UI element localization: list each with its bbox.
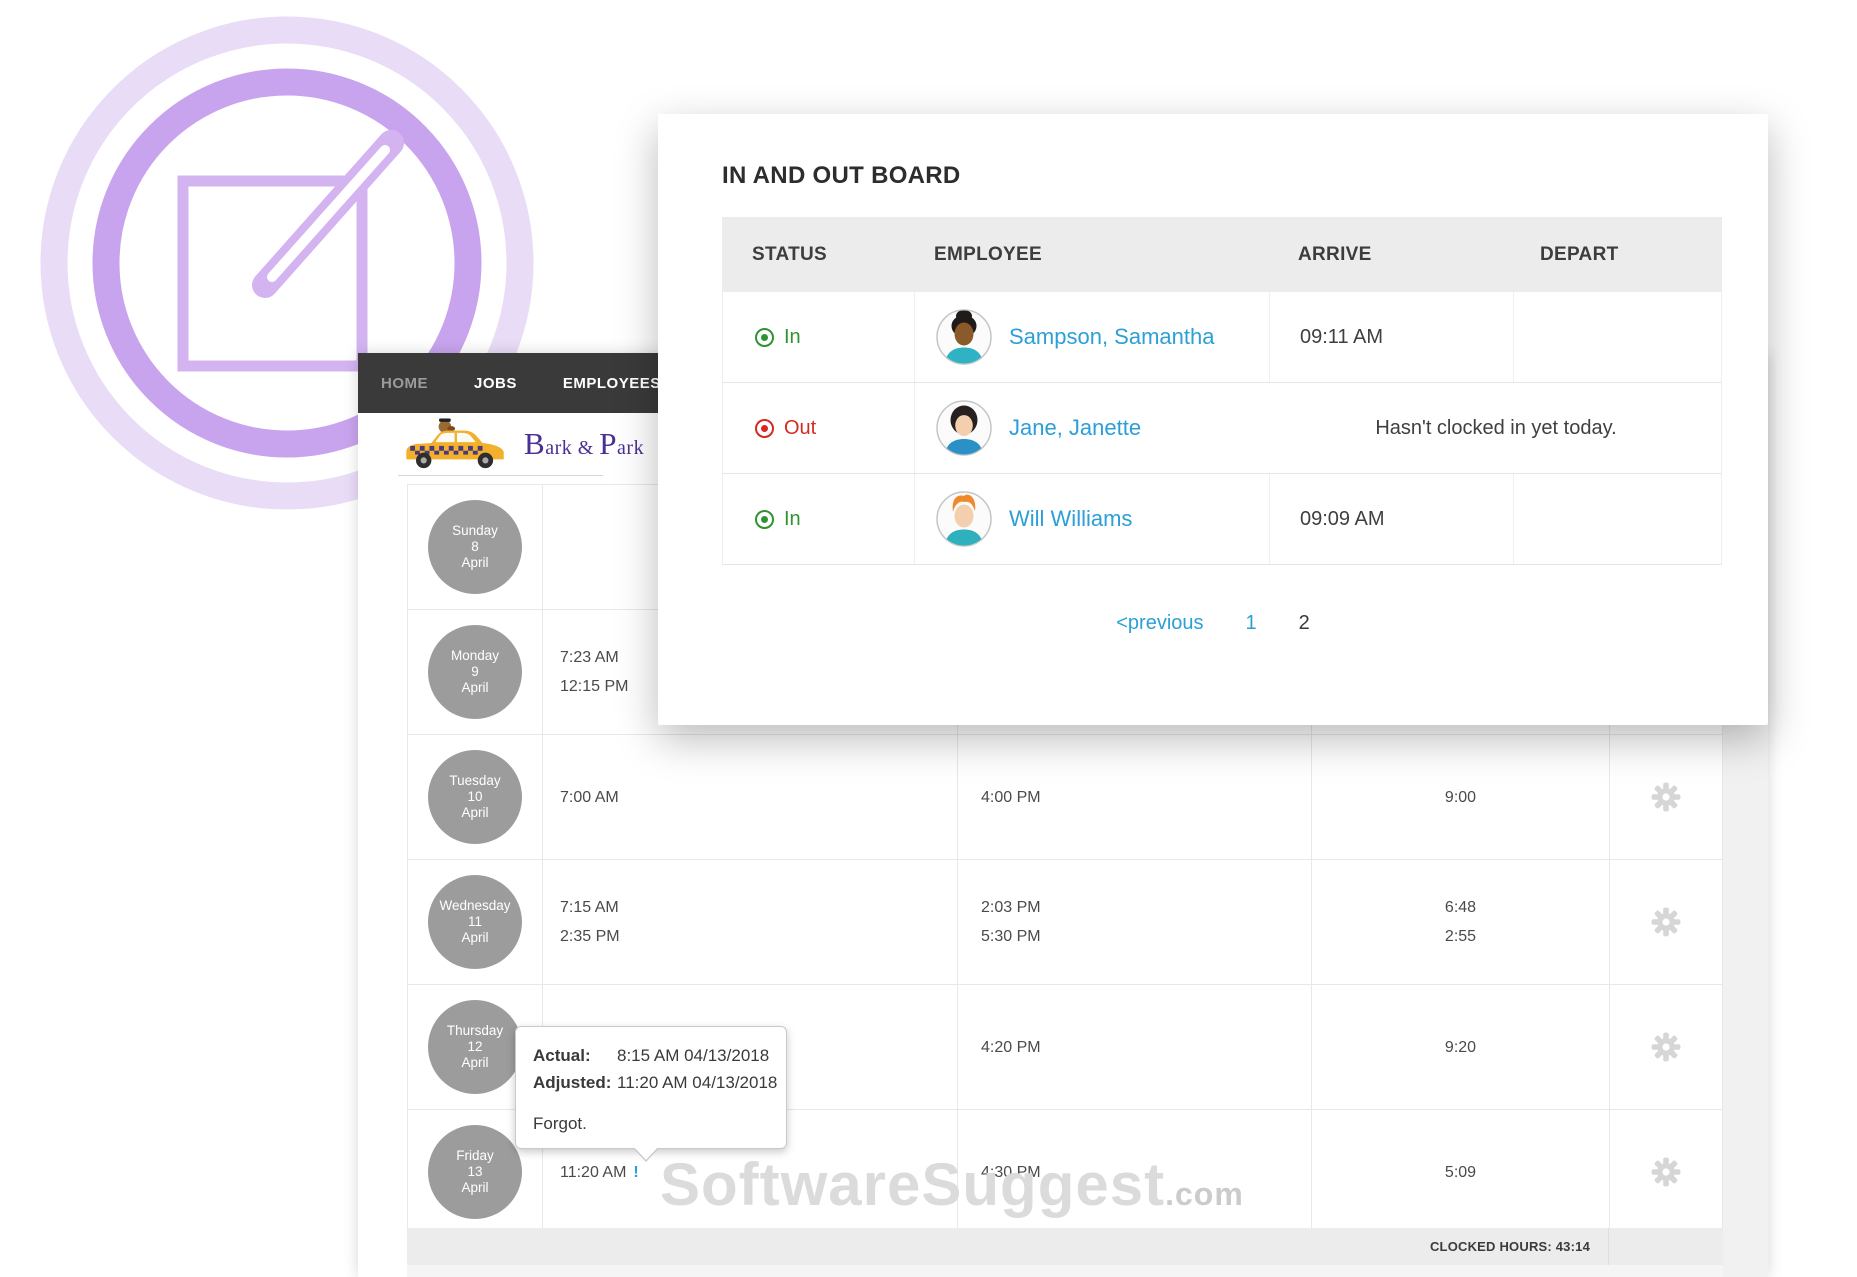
column-header-depart: DEPART [1540,243,1619,265]
tooltip-adjusted-line: Adjusted: 11:20 AM 04/13/2018 [533,1073,778,1092]
status-in-icon [755,509,774,529]
page-1-link[interactable]: 1 [1246,612,1257,635]
employee-cell: Jane, Janette [914,383,1269,473]
timesheet-row-wednesday: Wednesday 11 April 7:15 AM 2:35 PM 2:03 … [408,860,1722,985]
nav-item-jobs[interactable]: JOBS [474,375,517,392]
status-cell: In [723,474,914,564]
employee-cell: Sampson, Samantha [914,292,1269,382]
not-clocked-in-message: Hasn't clocked in yet today. [1375,416,1617,439]
footer-divider [1608,1228,1609,1265]
day-badge: Wednesday 11 April [428,875,522,969]
day-badge: Friday 13 April [428,1125,522,1219]
tooltip-note: Forgot. [533,1114,587,1133]
gear-icon[interactable] [1650,1156,1682,1188]
row-actions-cell [1609,985,1722,1109]
board-header: STATUS EMPLOYEE ARRIVE DEPART [722,217,1722,292]
depart-time [1513,474,1723,564]
board-row: In Sampson, Samantha 09:11 AM [722,292,1722,383]
company-logo[interactable]: Bark & Park [400,417,644,471]
duration-cell: 9:00 [1311,735,1609,859]
arrive-time: 09:11 AM [1269,292,1513,382]
duration-cell: 9:20 [1311,985,1609,1109]
logo-text: Bark & Park [524,426,645,461]
employee-name-link[interactable]: Will Williams [1009,506,1132,532]
board-row: In Will Williams 09:09 AM [722,474,1722,565]
gear-icon[interactable] [1650,906,1682,938]
row-actions-cell [1609,860,1722,984]
arrive-cell: 7:00 AM [542,735,957,859]
arrive-cell: 7:15 AM 2:35 PM [542,860,957,984]
board-row: Out Jane, Janette Hasn't clocked in yet … [722,383,1722,474]
depart-cell: 4:20 PM [957,985,1311,1109]
column-header-arrive: ARRIVE [1298,243,1372,265]
avatar [936,400,992,456]
duration-cell: 6:48 2:55 [1311,860,1609,984]
status-cell: Out [723,383,914,473]
depart-time [1513,292,1723,382]
avatar-face [954,322,974,346]
avatar-face [954,504,974,528]
tooltip-actual-line: Actual: 8:15 AM 04/13/2018 [533,1046,770,1065]
edit-square-pen-icon [177,130,404,372]
avatar [936,491,992,547]
status-in-icon [755,327,774,347]
punch-adjustment-tooltip: Actual: 8:15 AM 04/13/2018 Adjusted: 11:20… [515,1026,787,1162]
screenshot-canvas: HOME JOBS EMPLOYEES Bark & Park Sunday 8… [0,0,1857,1277]
board-table: STATUS EMPLOYEE ARRIVE DEPART In Sampson… [722,217,1722,565]
day-badge: Tuesday 10 April [428,750,522,844]
timesheet-row-tuesday: Tuesday 10 April 7:00 AM 4:00 PM 9:00 [408,735,1722,860]
status-cell: In [723,292,914,382]
row-actions-cell [1609,735,1722,859]
avatar [936,309,992,365]
column-header-employee: EMPLOYEE [934,243,1042,265]
row-actions-cell [1609,1110,1722,1234]
column-header-status: STATUS [752,243,827,265]
employee-name-link[interactable]: Jane, Janette [1009,415,1141,441]
card-title: IN AND OUT BOARD [722,162,961,189]
status-out-icon [755,418,774,438]
avatar-face [955,415,973,436]
previous-page-link[interactable]: <previous [1116,612,1203,635]
depart-cell: 4:00 PM [957,735,1311,859]
day-badge: Monday 9 April [428,625,522,719]
duration-cell: 5:09 [1311,1110,1609,1234]
depart-cell: 2:03 PM 5:30 PM [957,860,1311,984]
clocked-hours-total: CLOCKED HOURS: 43:14 [1429,1239,1590,1254]
page-2-link[interactable]: 2 [1299,612,1310,635]
pagination: <previous 1 2 [658,612,1768,635]
nav-item-home[interactable]: HOME [381,375,428,392]
arrive-time: 09:09 AM [1269,474,1513,564]
punch-flag[interactable]: ! [633,1164,638,1181]
nav-item-employees[interactable]: EMPLOYEES [563,375,661,392]
employee-cell: Will Williams [914,474,1269,564]
in-and-out-board-card: IN AND OUT BOARD STATUS EMPLOYEE ARRIVE … [658,114,1768,725]
dog-taxi-icon [406,417,504,469]
gear-icon[interactable] [1650,781,1682,813]
watermark: SoftwareSuggest.com [660,1151,1244,1218]
employee-name-link[interactable]: Sampson, Samantha [1009,324,1214,350]
gear-icon[interactable] [1650,1031,1682,1063]
day-badge: Sunday 8 April [428,500,522,594]
day-badge: Thursday 12 April [428,1000,522,1094]
timesheet-footer: CLOCKED HOURS: 43:14 [407,1228,1723,1265]
bottom-strip [407,1265,1723,1277]
logo-underline [398,475,603,476]
